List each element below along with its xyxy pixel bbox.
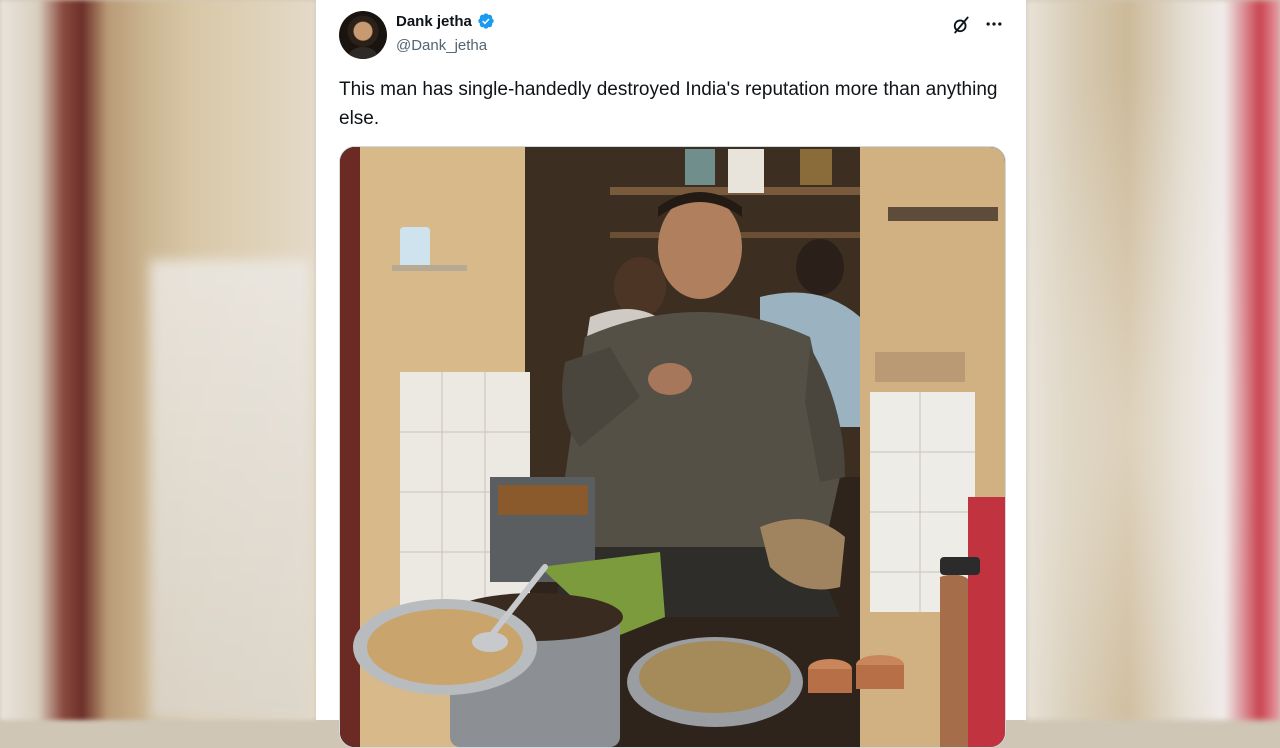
tweet-photo[interactable] (339, 146, 1006, 748)
tweet-card[interactable]: Dank jetha @Dank_jetha This man has sing… (316, 0, 1026, 748)
verified-badge-icon (477, 12, 495, 30)
avatar[interactable] (339, 11, 387, 59)
display-name[interactable]: Dank jetha (396, 13, 472, 30)
grok-icon[interactable] (949, 13, 973, 37)
blurred-background-right (1026, 0, 1280, 720)
blurred-background-left (0, 0, 316, 720)
photo-illustration (340, 147, 1005, 747)
author-handle[interactable]: @Dank_jetha (396, 37, 487, 54)
tweet-text: This man has single-handedly destroyed I… (339, 79, 998, 129)
more-options-icon[interactable] (982, 12, 1006, 36)
author-name-row: Dank jetha (396, 12, 495, 30)
